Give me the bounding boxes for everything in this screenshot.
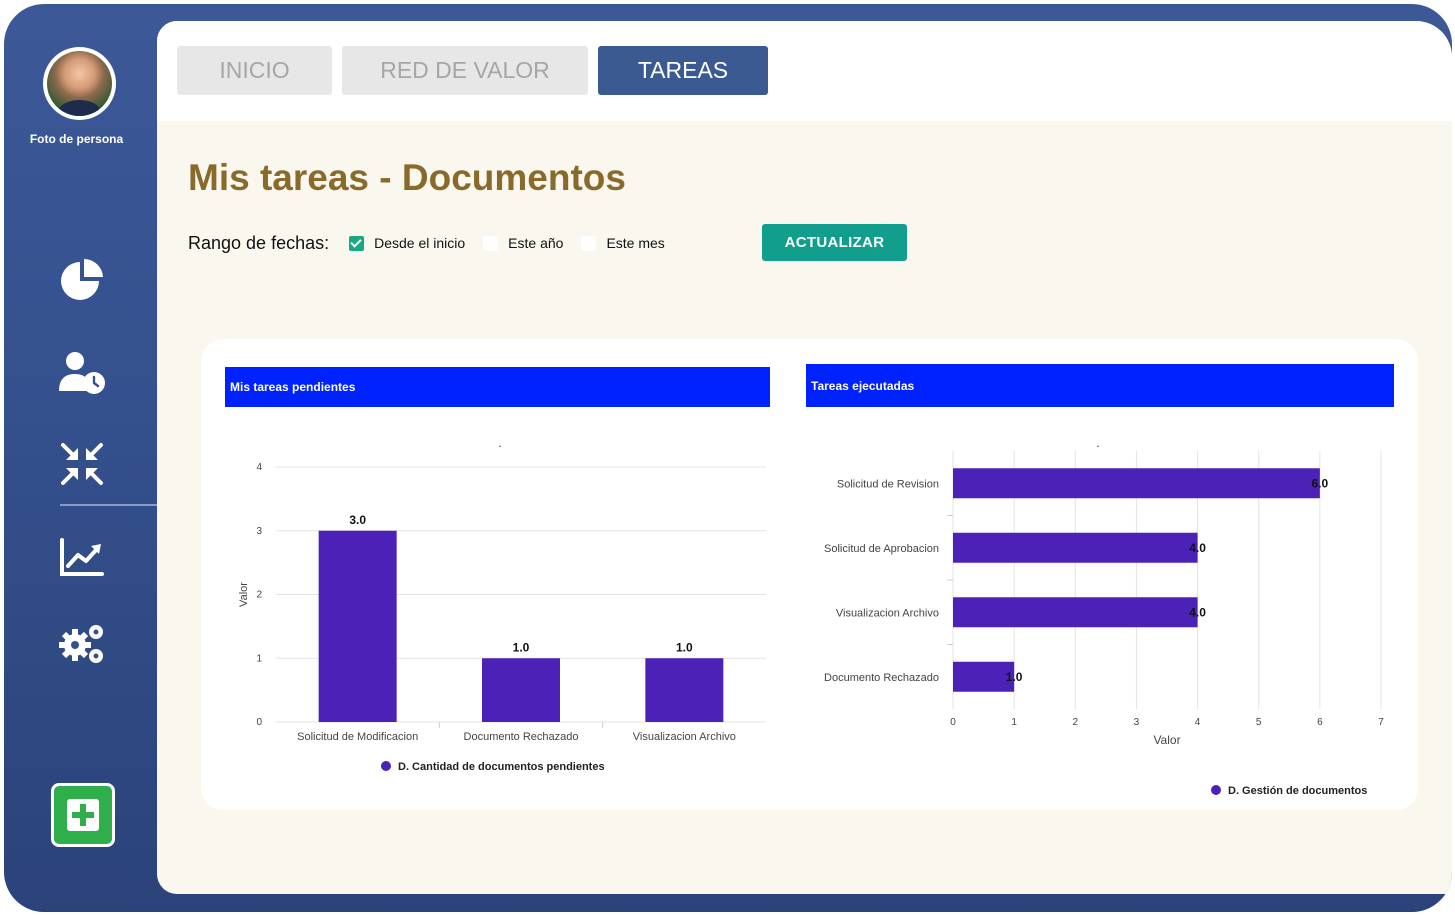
executed-tasks-header: Tareas ejecutadas — [806, 364, 1394, 407]
x-tick-label: Solicitud de Modificacion — [297, 731, 418, 743]
x-tick-label: 0 — [950, 717, 956, 728]
bar — [953, 468, 1320, 499]
date-range-label: Rango de fechas: — [188, 232, 330, 253]
data-label: 6.0 — [1312, 476, 1329, 490]
user-clock-icon[interactable] — [58, 350, 106, 396]
plus-icon — [67, 799, 99, 831]
chart-title: . — [498, 436, 501, 450]
legend-label: D. Cantidad de documentos pendientes — [398, 761, 605, 773]
option-desde-el-inicio[interactable]: Desde el inicio — [349, 235, 465, 251]
tab-inicio[interactable]: INICIO — [177, 46, 332, 95]
executed-tasks-chart: . 0 1 2 3 4 5 6 7 Valor 6.0 Solicitud de Revision 4.… — [824, 436, 1384, 797]
checkbox-desde-el-inicio[interactable] — [349, 235, 365, 251]
sidebar: Foto de persona — [4, 4, 157, 912]
pie-chart-icon[interactable] — [58, 256, 106, 302]
data-label: 4.0 — [1189, 541, 1206, 555]
data-label: 3.0 — [349, 513, 366, 527]
app-frame: Foto de persona INICIO RED DE VALOR TARE… — [4, 4, 1452, 912]
page-title: Mis tareas - Documentos — [188, 157, 626, 198]
checkbox-este-mes[interactable] — [581, 235, 597, 251]
option-label: Desde el inicio — [374, 235, 466, 251]
pending-tasks-chart: . 0 1 2 3 4 Valor 3.0 Solicitud de Modificacion 1… — [238, 436, 766, 773]
x-tick-label: Documento Rechazado — [464, 731, 579, 743]
update-button[interactable]: ACTUALIZAR — [762, 224, 907, 261]
gears-icon[interactable] — [58, 620, 106, 666]
chart-title: . — [1096, 436, 1099, 450]
bar — [953, 597, 1198, 628]
y-tick-label: 0 — [256, 717, 262, 728]
x-tick-label: 1 — [1011, 717, 1017, 728]
trend-chart-icon[interactable] — [58, 534, 106, 580]
data-label: 4.0 — [1189, 605, 1206, 619]
compress-arrows-icon[interactable] — [58, 441, 106, 487]
x-axis-label: Valor — [1153, 733, 1180, 747]
x-tick-label: 6 — [1317, 717, 1323, 728]
x-tick-label: 5 — [1256, 717, 1262, 728]
avatar[interactable] — [43, 47, 116, 120]
x-tick-label: 7 — [1378, 717, 1384, 728]
date-range-filter: Rango de fechas: Desde el inicio Este añ… — [188, 225, 683, 261]
avatar-caption: Foto de persona — [29, 132, 124, 146]
data-label: 1.0 — [1006, 670, 1023, 684]
y-tick-label: 3 — [256, 526, 262, 537]
y-tick-label: Documento Rechazado — [824, 672, 939, 684]
option-este-ano[interactable]: Este año — [483, 235, 563, 251]
main-panel: INICIO RED DE VALOR TAREAS Mis tareas - … — [157, 21, 1452, 894]
option-label: Este año — [508, 235, 564, 251]
option-este-mes[interactable]: Este mes — [581, 235, 665, 251]
x-tick-label: 3 — [1134, 717, 1140, 728]
tab-tareas[interactable]: TAREAS — [598, 46, 768, 95]
avatar-photo — [47, 51, 112, 116]
x-tick-label: Visualizacion Archivo — [633, 731, 736, 743]
x-tick-label: 4 — [1195, 717, 1201, 728]
y-axis-label: Valor — [238, 582, 250, 607]
legend-marker — [381, 761, 391, 771]
option-label: Este mes — [606, 235, 665, 251]
data-label: 1.0 — [513, 640, 530, 654]
y-tick-label: Solicitud de Aprobacion — [824, 543, 939, 555]
legend-label: D. Gestión de documentos — [1228, 785, 1367, 797]
pending-tasks-header: Mis tareas pendientes — [225, 367, 770, 407]
top-nav: INICIO RED DE VALOR TAREAS — [157, 21, 1452, 121]
bar — [953, 532, 1198, 563]
bar — [482, 658, 560, 722]
y-tick-label: Solicitud de Revision — [837, 478, 939, 490]
nav-divider — [60, 504, 157, 506]
x-tick-label: 2 — [1073, 717, 1079, 728]
y-tick-label: Visualizacion Archivo — [836, 607, 939, 619]
legend-marker — [1211, 785, 1221, 795]
y-tick-label: 4 — [256, 462, 262, 473]
data-label: 1.0 — [676, 640, 693, 654]
y-tick-label: 2 — [256, 590, 262, 601]
y-tick-label: 1 — [256, 653, 262, 664]
tab-red-de-valor[interactable]: RED DE VALOR — [342, 46, 588, 95]
bar — [318, 530, 397, 722]
checkbox-este-ano[interactable] — [483, 235, 499, 251]
charts-card: Mis tareas pendientes . 0 1 2 3 4 Valor 3.0 Soli… — [201, 339, 1418, 810]
add-button[interactable] — [51, 783, 115, 847]
bar — [645, 658, 724, 722]
